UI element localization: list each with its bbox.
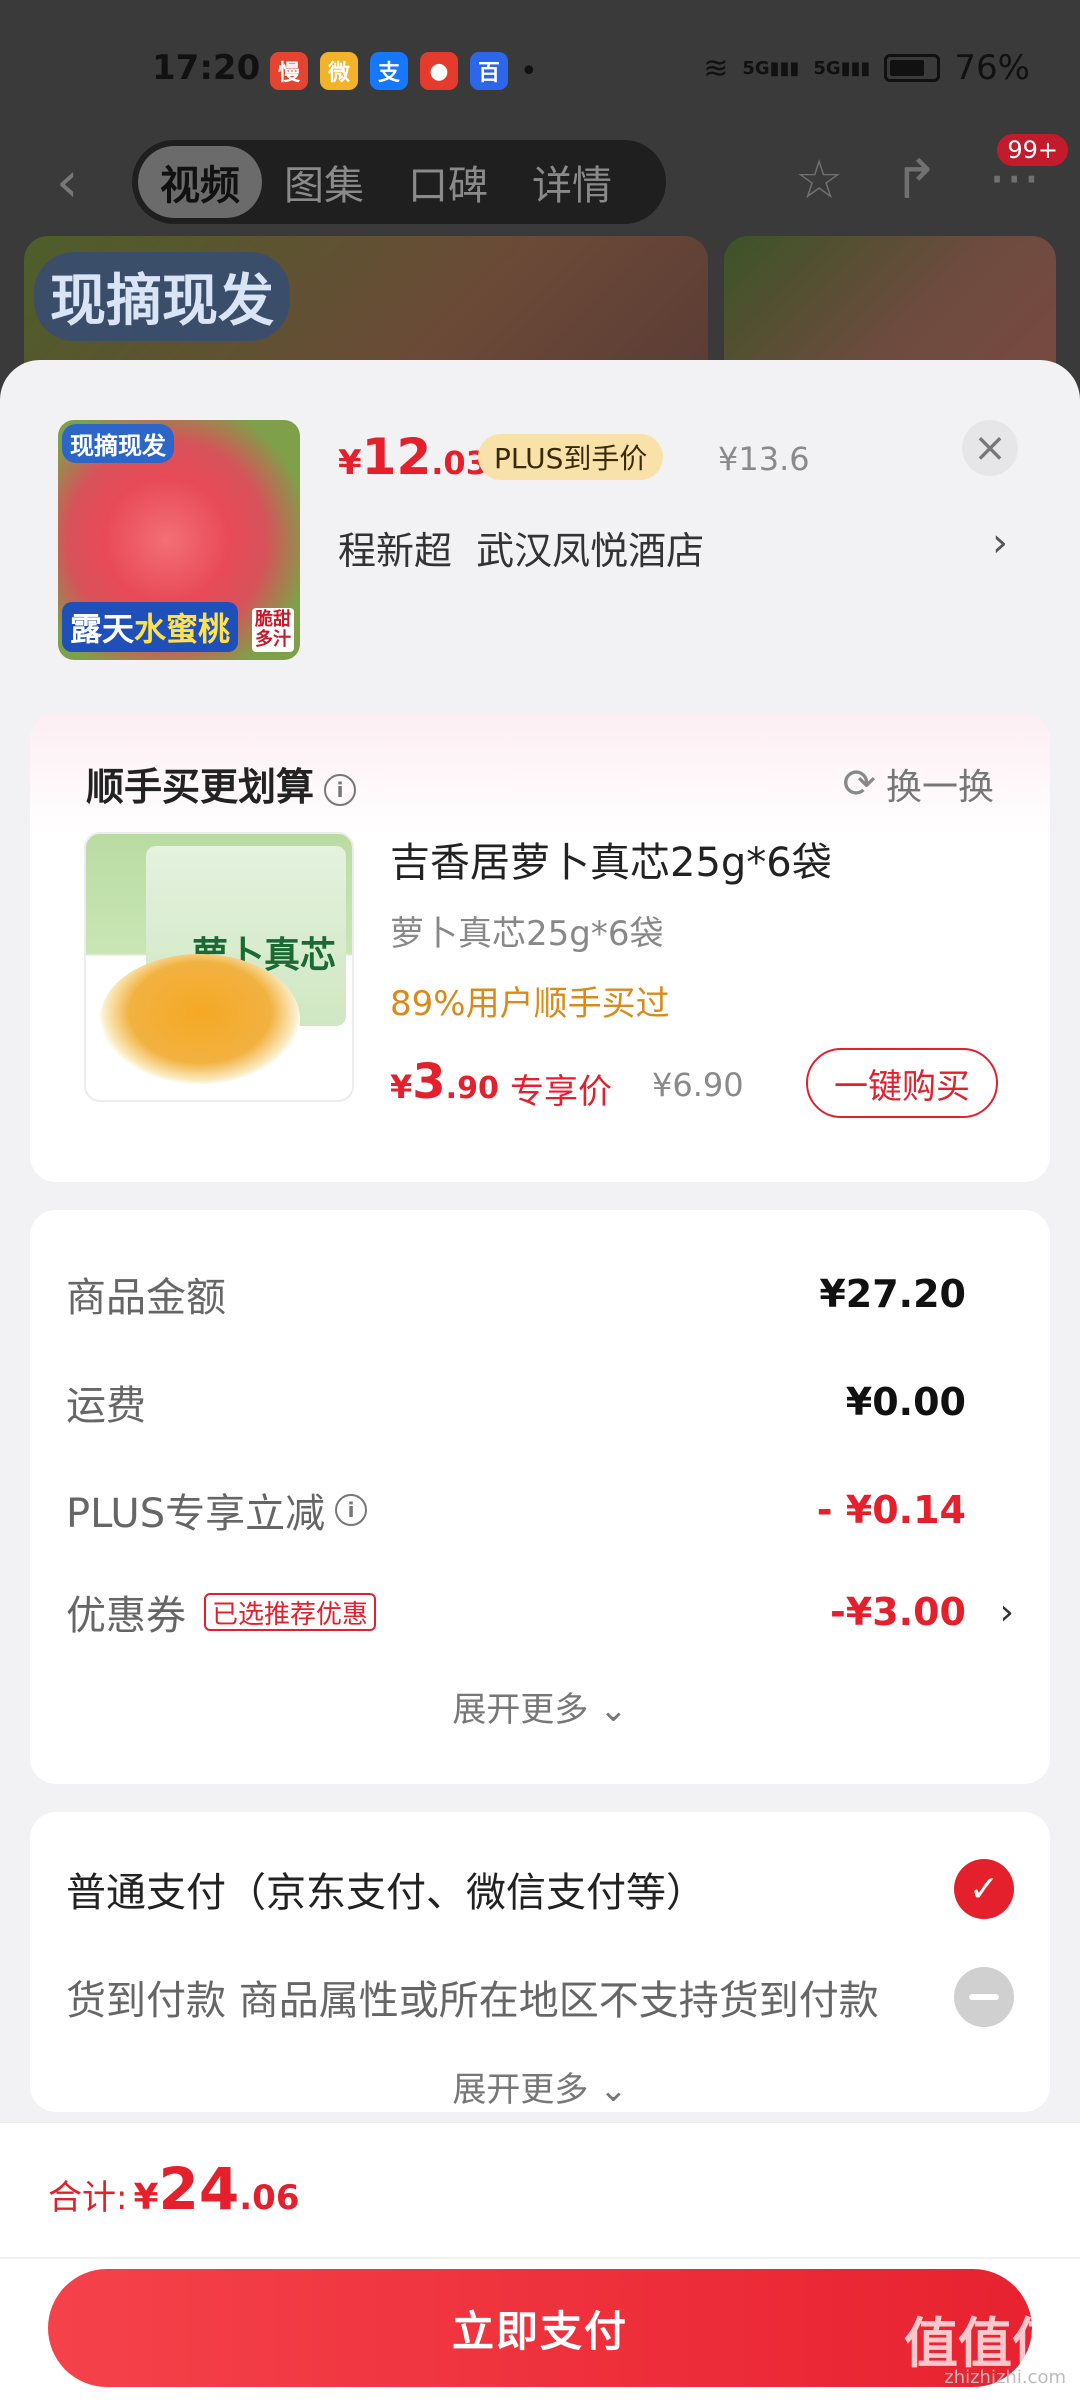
payment-option-cod: 货到付款 商品属性或所在地区不支持货到付款 bbox=[66, 1962, 1014, 2032]
disabled-icon bbox=[954, 1967, 1014, 2027]
status-dot: • bbox=[520, 53, 538, 89]
payment-expand-more[interactable]: 展开更多 ⌄ bbox=[30, 2062, 1050, 2111]
bowl-image bbox=[100, 954, 300, 1084]
status-bar: 17:20 慢 微 支 ● 百 • ≋ 5G▮▮▮ 5G▮▮▮ 76% bbox=[0, 40, 1080, 100]
message-badge: 99+ bbox=[997, 134, 1068, 166]
addon-title: 顺手买更划算 i bbox=[86, 756, 357, 811]
order-total: 合计: ¥24.06 bbox=[48, 2155, 300, 2223]
addon-thumbnail[interactable]: 萝卜真芯 bbox=[84, 832, 354, 1102]
tab-reviews[interactable]: 口碑 bbox=[386, 146, 510, 218]
coupon-tag: 已选推荐优惠 bbox=[204, 1593, 377, 1631]
tab-details[interactable]: 详情 bbox=[510, 146, 634, 218]
checked-icon[interactable]: ✓ bbox=[954, 1859, 1014, 1919]
info-icon[interactable]: i bbox=[335, 1494, 368, 1526]
summary-expand-more[interactable]: 展开更多 ⌄ bbox=[30, 1682, 1050, 1731]
addon-purchase-stat: 89%用户顺手买过 bbox=[390, 984, 670, 1024]
app-icon-1: 慢 bbox=[270, 52, 308, 90]
media-tabs: 视频 图集 口碑 详情 bbox=[132, 140, 666, 224]
summary-row-shipping: 运费 ¥0.00 bbox=[66, 1380, 966, 1429]
site-watermark-url: zhizhizhi.com bbox=[944, 2367, 1066, 2388]
status-time: 17:20 bbox=[152, 48, 261, 88]
app-icon-4: ● bbox=[420, 52, 458, 90]
status-right: ≋ 5G▮▮▮ 5G▮▮▮ 76% bbox=[703, 48, 1030, 88]
tab-video[interactable]: 视频 bbox=[138, 146, 262, 218]
payment-method-card: 普通支付（京东支付、微信支付等） ✓ 货到付款 商品属性或所在地区不支持货到付款… bbox=[30, 1812, 1050, 2112]
addon-original-price: ¥6.90 bbox=[652, 1066, 744, 1104]
shipping-address[interactable]: 程新超 武汉凤悦酒店 bbox=[338, 520, 704, 575]
alipay-icon: 支 bbox=[370, 52, 408, 90]
thumb-tag-bottom: 露天水蜜桃 bbox=[62, 602, 239, 652]
divider bbox=[0, 2257, 1080, 2259]
product-thumbnail: 现摘现发 露天水蜜桃 脆甜多汁 bbox=[58, 420, 300, 660]
addon-price: ¥3.90 bbox=[390, 1054, 499, 1110]
signal-icon-1: 5G▮▮▮ bbox=[742, 57, 800, 79]
battery-level: 76% bbox=[954, 48, 1030, 88]
pay-now-button[interactable]: 立即支付 bbox=[48, 2269, 1032, 2387]
swap-button[interactable]: ⟳ 换一换 bbox=[842, 758, 994, 810]
product-price: ¥12.03 bbox=[338, 428, 488, 486]
addon-card: 顺手买更划算 i ⟳ 换一换 萝卜真芯 吉香居萝卜真芯25g*6袋 萝卜真芯25g… bbox=[30, 714, 1050, 1182]
close-button[interactable]: × bbox=[962, 420, 1018, 476]
addon-spec: 萝卜真芯25g*6袋 bbox=[390, 914, 664, 954]
order-summary-card: 商品金额 ¥27.20 运费 ¥0.00 PLUS专享立减 i - ¥0.14 优… bbox=[30, 1210, 1050, 1784]
one-click-buy-button[interactable]: 一键购买 bbox=[806, 1048, 998, 1118]
weibo-icon: 微 bbox=[320, 52, 358, 90]
summary-row-subtotal: 商品金额 ¥27.20 bbox=[66, 1272, 966, 1321]
back-icon[interactable]: ‹ bbox=[56, 155, 96, 211]
thumb-tag-top: 现摘现发 bbox=[62, 424, 174, 463]
chevron-right-icon[interactable]: › bbox=[992, 520, 1008, 566]
info-icon[interactable]: i bbox=[324, 773, 357, 806]
top-nav: ‹ 视频 图集 口碑 详情 ☆ ↱ ··· 99+ bbox=[0, 134, 1080, 228]
plus-price-tag: PLUS到手价 bbox=[478, 434, 664, 480]
addon-product-name[interactable]: 吉香居萝卜真芯25g*6袋 bbox=[390, 830, 832, 888]
thumb-tag-side: 脆甜多汁 bbox=[252, 608, 294, 652]
exclusive-price-label: 专享价 bbox=[510, 1072, 612, 1112]
share-icon[interactable]: ↱ bbox=[893, 148, 938, 211]
payment-option-standard[interactable]: 普通支付（京东支付、微信支付等） ✓ bbox=[66, 1854, 1014, 1924]
summary-row-coupon[interactable]: 优惠券 已选推荐优惠 -¥3.00 › bbox=[66, 1582, 1014, 1642]
star-icon[interactable]: ☆ bbox=[795, 148, 843, 211]
signal-icon-2: 5G▮▮▮ bbox=[813, 57, 871, 79]
status-app-icons: 慢 微 支 ● 百 • bbox=[270, 52, 538, 90]
background-page: 17:20 慢 微 支 ● 百 • ≋ 5G▮▮▮ 5G▮▮▮ 76% ‹ 视频… bbox=[0, 0, 1080, 400]
product-header: 现摘现发 露天水蜜桃 脆甜多汁 ¥12.03 PLUS到手价 ¥13.6 × 程… bbox=[0, 360, 1080, 700]
chevron-right-icon[interactable]: › bbox=[1000, 1592, 1014, 1633]
checkout-bottom-bar: 合计: ¥24.06 立即支付 值值值 zhizhizhi.com bbox=[0, 2122, 1080, 2400]
refresh-icon: ⟳ bbox=[842, 761, 876, 807]
battery-icon bbox=[884, 54, 941, 82]
tab-gallery[interactable]: 图集 bbox=[262, 146, 386, 218]
checkout-sheet: 现摘现发 露天水蜜桃 脆甜多汁 ¥12.03 PLUS到手价 ¥13.6 × 程… bbox=[0, 360, 1080, 2400]
original-price: ¥13.6 bbox=[718, 440, 810, 478]
baidu-icon: 百 bbox=[470, 52, 508, 90]
wifi-icon: ≋ bbox=[703, 50, 729, 86]
summary-row-plus-discount: PLUS专享立减 i - ¥0.14 bbox=[66, 1488, 966, 1537]
background-stamp: 现摘现发 bbox=[34, 252, 290, 341]
